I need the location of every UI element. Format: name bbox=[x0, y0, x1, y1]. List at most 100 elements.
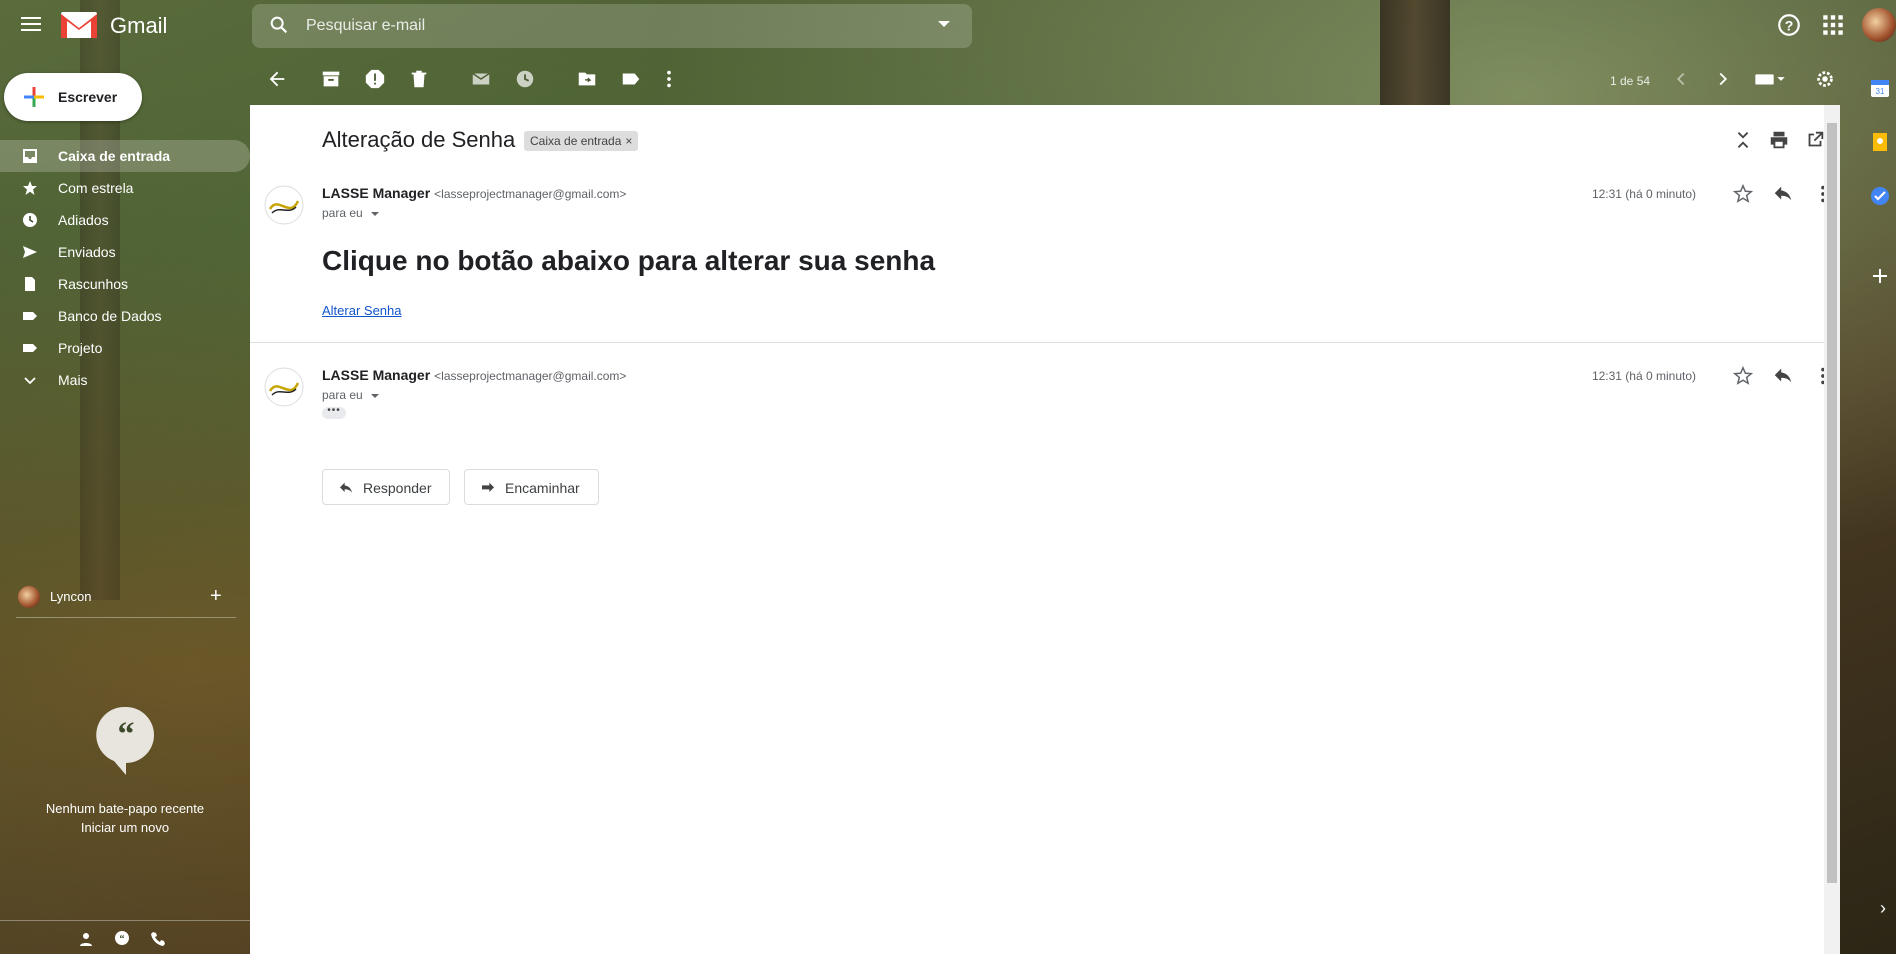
sidebar-item-label: Caixa de entrada bbox=[58, 148, 171, 164]
sidebar-item-sent[interactable]: Enviados bbox=[0, 236, 250, 268]
forward-button[interactable]: Encaminhar bbox=[464, 469, 599, 505]
reply-button[interactable]: Responder bbox=[322, 469, 450, 505]
sidebar-nav: Caixa de entrada Com estrela Adiados Env… bbox=[0, 140, 250, 396]
sidebar-item-banco-de-dados[interactable]: Banco de Dados bbox=[0, 300, 250, 332]
star-icon[interactable] bbox=[1732, 183, 1754, 205]
label-icon bbox=[23, 344, 37, 352]
svg-text:“: “ bbox=[118, 716, 135, 753]
account-avatar[interactable] bbox=[1862, 8, 1896, 42]
help-icon[interactable]: ? bbox=[1776, 12, 1802, 38]
person-icon[interactable] bbox=[78, 931, 94, 947]
email-message[interactable]: LASSE Manager <lasseprojectmanager@gmail.… bbox=[250, 183, 1825, 385]
recipients-text: para eu bbox=[322, 206, 363, 220]
forward-label: Encaminhar bbox=[505, 480, 580, 496]
settings-gear-icon[interactable] bbox=[1814, 68, 1836, 90]
print-icon[interactable] bbox=[1768, 129, 1790, 151]
inbox-label-chip[interactable]: Caixa de entrada × bbox=[524, 131, 639, 151]
main-menu-icon[interactable] bbox=[18, 13, 44, 37]
star-icon[interactable] bbox=[1732, 365, 1754, 387]
search-bar[interactable] bbox=[252, 4, 972, 48]
reply-icon bbox=[340, 482, 352, 493]
message-time: 12:31 (há 0 minuto) bbox=[1591, 369, 1696, 383]
start-new-chat-link[interactable]: Iniciar um novo bbox=[0, 818, 250, 837]
sender-email: <lasseprojectmanager@gmail.com> bbox=[434, 187, 627, 201]
archive-icon[interactable] bbox=[320, 68, 342, 90]
draft-icon bbox=[25, 277, 35, 291]
sidebar-item-drafts[interactable]: Rascunhos bbox=[0, 268, 250, 300]
remove-label-icon[interactable]: × bbox=[625, 134, 632, 148]
older-chevron-icon[interactable] bbox=[1712, 68, 1734, 90]
search-icon[interactable] bbox=[268, 14, 290, 36]
message-divider bbox=[250, 342, 1824, 343]
recipients-text: para eu bbox=[322, 388, 363, 402]
compose-label: Escrever bbox=[58, 89, 118, 105]
sidebar-item-label: Enviados bbox=[58, 244, 116, 260]
sender-avatar bbox=[264, 367, 304, 407]
delete-icon[interactable] bbox=[408, 68, 430, 90]
message-time: 12:31 (há 0 minuto) bbox=[1591, 187, 1696, 201]
compose-plus-icon bbox=[24, 87, 44, 107]
sender-name-text: LASSE Manager bbox=[322, 367, 431, 383]
calendar-icon[interactable]: 31 bbox=[1870, 78, 1890, 98]
mark-unread-icon[interactable] bbox=[470, 68, 492, 90]
sender-avatar bbox=[264, 185, 304, 225]
divider bbox=[16, 617, 236, 618]
new-chat-plus-icon[interactable]: + bbox=[210, 585, 222, 608]
hangouts-user[interactable]: Lyncon + bbox=[16, 585, 236, 609]
sidebar-item-snoozed[interactable]: Adiados bbox=[0, 204, 250, 236]
chevron-down-icon bbox=[24, 377, 36, 385]
caret-down-icon bbox=[370, 211, 379, 216]
empty-chat-message: Nenhum bate-papo recente Iniciar um novo bbox=[0, 799, 250, 837]
compose-button[interactable]: Escrever bbox=[4, 73, 142, 121]
sender-name-text: LASSE Manager bbox=[322, 185, 431, 201]
newer-chevron-icon[interactable] bbox=[1670, 68, 1692, 90]
get-addons-plus-icon[interactable] bbox=[1870, 266, 1890, 286]
email-subject: Alteração de Senha bbox=[322, 127, 516, 152]
sidebar-item-starred[interactable]: Com estrela bbox=[0, 172, 250, 204]
email-message[interactable]: LASSE Manager <lasseprojectmanager@gmail.… bbox=[250, 365, 1825, 447]
more-options-icon[interactable] bbox=[658, 68, 680, 90]
tasks-icon[interactable] bbox=[1870, 186, 1890, 206]
inbox-icon bbox=[23, 149, 37, 163]
show-trimmed-content-button[interactable]: ••• bbox=[322, 406, 346, 419]
keep-icon[interactable] bbox=[1870, 132, 1890, 152]
sidebar-item-more[interactable]: Mais bbox=[0, 364, 250, 396]
hangouts-icon[interactable]: “ bbox=[114, 931, 130, 947]
scrollbar-thumb[interactable] bbox=[1827, 123, 1837, 883]
phone-icon[interactable] bbox=[150, 931, 166, 947]
back-arrow-icon[interactable] bbox=[266, 68, 288, 90]
svg-text:31: 31 bbox=[1876, 87, 1885, 96]
sender-name: LASSE Manager <lasseprojectmanager@gmail.… bbox=[322, 367, 626, 383]
open-new-window-icon[interactable] bbox=[1804, 129, 1826, 151]
sidebar-item-projeto[interactable]: Projeto bbox=[0, 332, 250, 364]
top-bar: Gmail ? bbox=[0, 0, 1896, 50]
gmail-logo-icon[interactable] bbox=[60, 10, 98, 40]
hangouts-user-name: Lyncon bbox=[50, 589, 92, 604]
keyboard-input-icon[interactable] bbox=[1752, 68, 1788, 90]
label-as-icon[interactable] bbox=[620, 68, 642, 90]
recipients-toggle[interactable]: para eu bbox=[322, 206, 379, 220]
sidebar-item-inbox[interactable]: Caixa de entrada bbox=[0, 140, 250, 172]
app-name: Gmail bbox=[110, 13, 168, 38]
reply-icon[interactable] bbox=[1772, 365, 1794, 387]
scrollbar[interactable] bbox=[1824, 105, 1840, 954]
email-body-heading: Clique no botão abaixo para alterar sua … bbox=[322, 245, 936, 276]
reply-icon[interactable] bbox=[1772, 183, 1794, 205]
label-icon bbox=[23, 312, 37, 320]
search-input[interactable] bbox=[306, 14, 906, 38]
apps-grid-icon[interactable] bbox=[1820, 12, 1846, 38]
move-to-icon[interactable] bbox=[576, 68, 598, 90]
search-options-icon[interactable] bbox=[938, 21, 950, 27]
sidebar-item-label: Projeto bbox=[58, 340, 103, 356]
report-spam-icon[interactable] bbox=[364, 68, 386, 90]
collapse-all-icon[interactable] bbox=[1732, 129, 1754, 151]
message-view: Alteração de Senha Caixa de entrada × LAS… bbox=[250, 105, 1840, 954]
sidebar-item-label: Com estrela bbox=[58, 180, 134, 196]
sidebar-item-label: Mais bbox=[58, 372, 88, 388]
hangouts-quote-icon: “ bbox=[96, 706, 154, 775]
snooze-icon[interactable] bbox=[514, 68, 536, 90]
change-password-link[interactable]: Alterar Senha bbox=[322, 303, 402, 318]
recipients-toggle[interactable]: para eu bbox=[322, 388, 379, 402]
svg-text:“: “ bbox=[120, 934, 125, 945]
show-side-panel-chevron-icon[interactable]: › bbox=[1880, 898, 1886, 919]
